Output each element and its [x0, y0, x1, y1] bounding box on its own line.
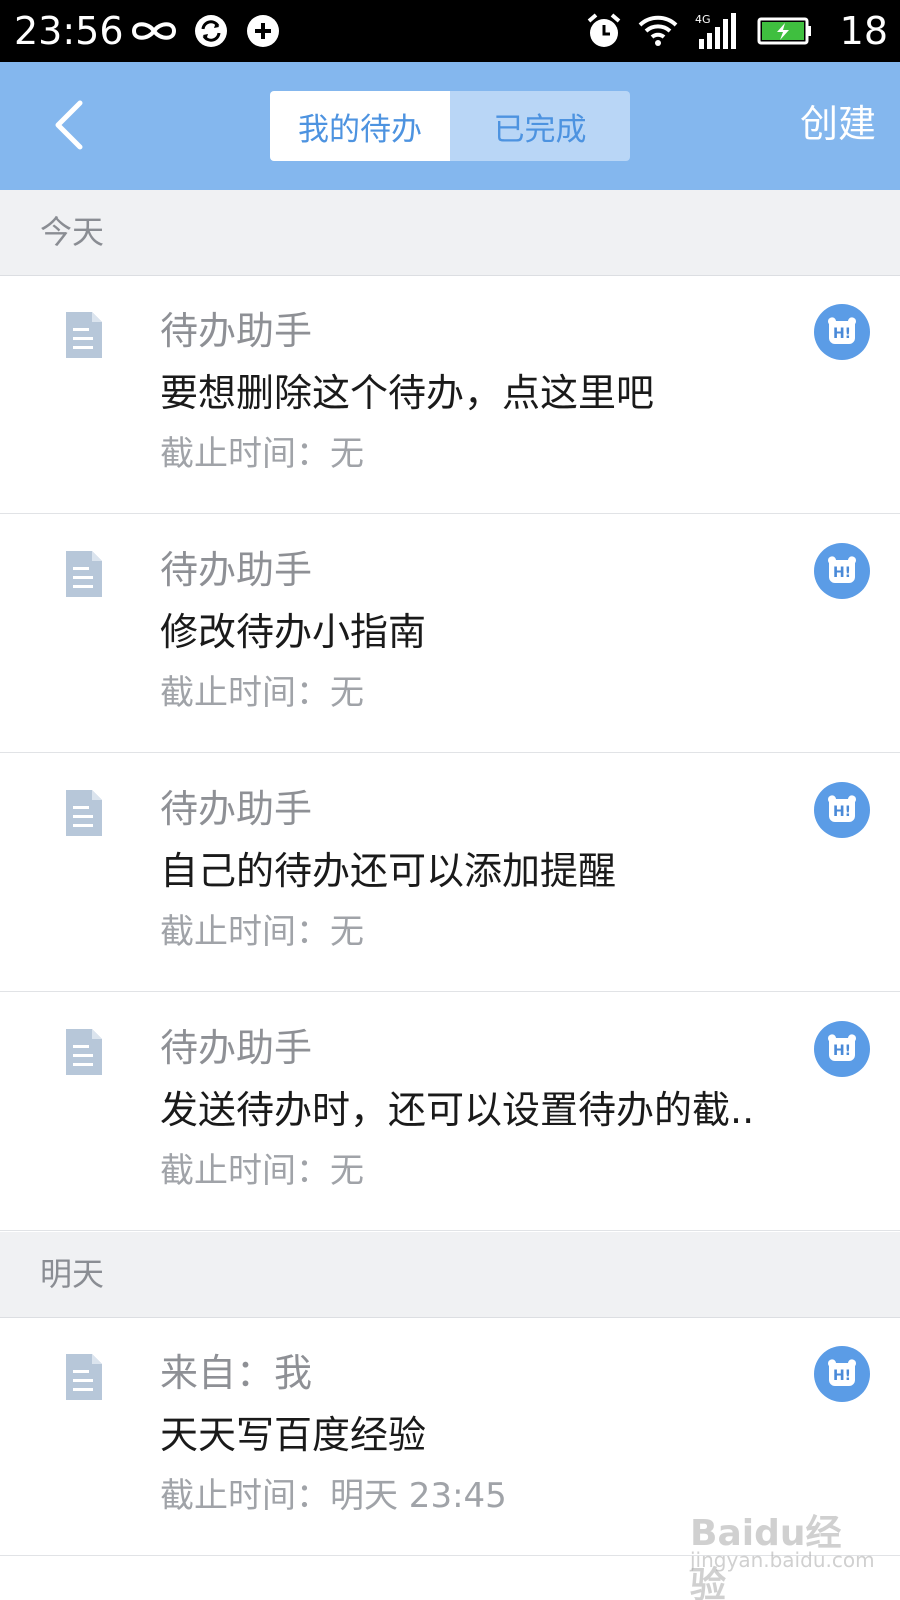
svg-text:H!: H!	[833, 804, 851, 820]
section-header-tomorrow: 明天	[0, 1232, 900, 1318]
app-header: 我的待办 已完成 创建	[0, 62, 900, 190]
status-bar: 23:56 4G 18	[0, 0, 900, 62]
section-label: 明天	[40, 1255, 105, 1293]
infinity-icon	[128, 0, 180, 62]
hi-bear-badge-icon: H!	[814, 782, 870, 838]
svg-text:H!: H!	[833, 1043, 851, 1059]
svg-text:4G: 4G	[695, 13, 711, 26]
watermark-url: jingyan.baidu.com	[690, 1548, 875, 1572]
todo-sender: 待办助手	[160, 309, 313, 353]
todo-title: 发送待办时，还可以设置待办的截..	[160, 1088, 755, 1132]
wifi-icon	[636, 0, 680, 62]
chevron-left-icon	[55, 100, 83, 150]
todo-row[interactable]: 待办助手 发送待办时，还可以设置待办的截.. 截止时间：无 H!	[0, 993, 900, 1231]
todo-title: 天天写百度经验	[160, 1413, 427, 1457]
battery-charging-icon	[756, 0, 814, 62]
sync-icon	[190, 0, 232, 62]
todo-row[interactable]: 待办助手 要想删除这个待办，点这里吧 截止时间：无 H!	[0, 276, 900, 514]
document-icon	[66, 790, 102, 836]
todo-sender: 来自：我	[160, 1351, 313, 1395]
svg-text:H!: H!	[833, 565, 851, 581]
create-button[interactable]: 创建	[800, 98, 876, 150]
todo-title: 修改待办小指南	[160, 610, 427, 654]
svg-text:H!: H!	[833, 326, 851, 342]
todo-deadline: 截止时间：无	[160, 673, 364, 713]
todo-sender: 待办助手	[160, 548, 313, 592]
todo-sender: 待办助手	[160, 787, 313, 831]
section-label: 今天	[40, 213, 105, 251]
todo-row[interactable]: 待办助手 修改待办小指南 截止时间：无 H!	[0, 515, 900, 753]
todo-deadline: 截止时间：明天 23:45	[160, 1476, 507, 1516]
signal-4g-icon: 4G	[692, 0, 740, 62]
document-icon	[66, 1029, 102, 1075]
battery-level: 18	[839, 9, 888, 53]
hi-bear-badge-icon: H!	[814, 1346, 870, 1402]
hi-bear-badge-icon: H!	[814, 304, 870, 360]
tab-my-todo[interactable]: 我的待办	[270, 91, 450, 161]
todo-row[interactable]: 待办助手 自己的待办还可以添加提醒 截止时间：无 H!	[0, 754, 900, 992]
hi-bear-badge-icon: H!	[814, 1021, 870, 1077]
todo-title: 要想删除这个待办，点这里吧	[160, 371, 655, 415]
document-icon	[66, 1354, 102, 1400]
back-button[interactable]	[38, 92, 98, 158]
document-icon	[66, 551, 102, 597]
todo-deadline: 截止时间：无	[160, 434, 364, 474]
alarm-icon	[584, 0, 624, 62]
section-header-today: 今天	[0, 190, 900, 276]
todo-title: 自己的待办还可以添加提醒	[160, 849, 617, 893]
baidu-watermark: Baidu经验 jingyan.baidu.com	[690, 1500, 875, 1600]
document-icon	[66, 312, 102, 358]
svg-text:H!: H!	[833, 1368, 851, 1384]
tab-completed[interactable]: 已完成	[450, 91, 630, 161]
todo-deadline: 截止时间：无	[160, 1151, 364, 1191]
todo-deadline: 截止时间：无	[160, 912, 364, 952]
todo-sender: 待办助手	[160, 1026, 313, 1070]
hi-bear-badge-icon: H!	[814, 543, 870, 599]
sync-add-icon	[242, 0, 284, 62]
status-time: 23:56	[14, 9, 124, 53]
tab-group: 我的待办 已完成	[270, 91, 630, 161]
